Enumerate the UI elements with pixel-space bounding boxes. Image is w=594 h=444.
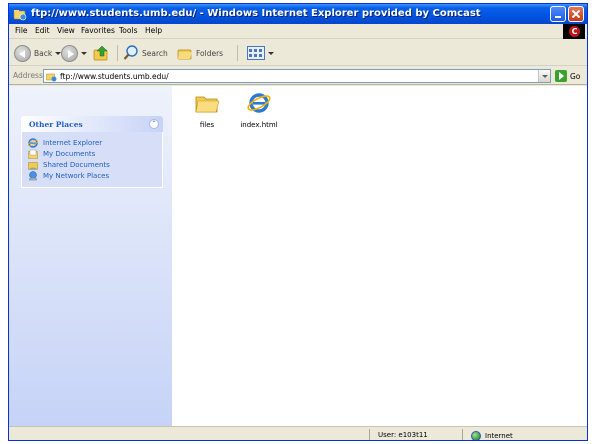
network-places-icon — [29, 170, 37, 180]
go-label: Go — [570, 71, 581, 81]
address-input[interactable]: ftp://www.students.umb.edu/ — [43, 69, 551, 83]
sidebar-item-my-network-places[interactable]: My Network Places — [28, 170, 156, 181]
ie-icon — [28, 137, 38, 148]
my-documents-icon — [28, 149, 38, 159]
status-user: User: e103t11 — [369, 429, 428, 440]
menu-favorites[interactable]: Favorites — [81, 26, 115, 35]
sidebar-item-shared-documents[interactable]: Shared Documents — [28, 159, 156, 170]
address-value: ftp://www.students.umb.edu/ — [60, 72, 169, 81]
forward-dropdown-icon[interactable] — [81, 51, 87, 55]
comcast-c-icon: C — [569, 26, 580, 37]
ie-window: ftp://www.students.umb.edu/ - Windows In… — [8, 3, 588, 441]
standard-toolbar: Back Search Folders — [9, 40, 587, 66]
window-title: ftp://www.students.umb.edu/ - Windows In… — [31, 8, 481, 19]
toolbar-separator — [117, 45, 118, 61]
title-bar[interactable]: ftp://www.students.umb.edu/ - Windows In… — [9, 4, 587, 24]
back-label: Back — [34, 48, 53, 58]
up-folder-icon — [93, 45, 108, 61]
collapse-chevron-icon[interactable]: ⌃ — [149, 119, 159, 129]
address-label: Address — [13, 71, 43, 80]
folders-label: Folders — [196, 48, 224, 58]
file-item-files-folder[interactable]: files — [182, 90, 232, 129]
search-button[interactable]: Search — [123, 43, 168, 63]
sidebar-item-label: My Documents — [43, 149, 96, 158]
status-bar: User: e103t11 Internet — [9, 426, 587, 440]
status-zone-label: Internet — [485, 431, 513, 440]
close-button[interactable] — [568, 6, 584, 22]
other-places-title: Other Places — [29, 120, 83, 129]
file-view: files index.html — [172, 86, 587, 426]
menu-file[interactable]: File — [15, 26, 28, 35]
menu-edit[interactable]: Edit — [35, 26, 50, 35]
ie-html-icon — [247, 93, 271, 113]
other-places-header[interactable]: Other Places ⌃ — [21, 116, 163, 132]
other-places-list: Internet Explorer My Documents Shared Do… — [21, 132, 163, 188]
ftp-folder-icon — [13, 10, 27, 21]
folder-icon — [195, 96, 220, 113]
task-pane: Other Places ⌃ Internet Explorer My Docu… — [9, 86, 172, 426]
folders-icon — [177, 49, 192, 60]
address-dropdown-icon[interactable] — [538, 70, 550, 82]
ftp-folder-icon — [46, 73, 57, 82]
sidebar-item-label: Internet Explorer — [43, 138, 103, 147]
up-folder-button[interactable] — [93, 43, 111, 63]
views-dropdown-icon[interactable] — [268, 51, 274, 55]
folders-button[interactable]: Folders — [177, 43, 223, 63]
sidebar-item-my-documents[interactable]: My Documents — [28, 148, 156, 159]
minimize-button[interactable] — [550, 6, 566, 22]
back-arrow-icon — [14, 44, 31, 62]
file-label: files — [199, 121, 215, 129]
go-button[interactable]: Go — [555, 69, 580, 83]
go-arrow-icon — [555, 70, 567, 82]
views-grid-icon — [247, 46, 265, 60]
menu-view[interactable]: View — [57, 26, 75, 35]
file-item-index-html[interactable]: index.html — [234, 90, 284, 129]
back-button[interactable]: Back — [14, 43, 62, 63]
sidebar-item-label: Shared Documents — [43, 160, 110, 169]
search-label: Search — [142, 48, 168, 58]
views-button[interactable] — [247, 43, 274, 63]
comcast-logo: C — [563, 24, 585, 39]
menu-help[interactable]: Help — [145, 26, 162, 35]
status-zone: Internet — [462, 429, 513, 440]
menu-bar: File Edit View Favorites Tools Help C — [9, 24, 587, 39]
toolbar-separator — [237, 45, 238, 61]
explorer-content: Other Places ⌃ Internet Explorer My Docu… — [9, 86, 587, 426]
search-icon — [123, 45, 138, 60]
internet-globe-icon — [471, 430, 481, 440]
file-label: index.html — [240, 121, 278, 129]
forward-button[interactable] — [61, 43, 87, 63]
shared-documents-icon — [28, 161, 38, 170]
sidebar-item-label: My Network Places — [43, 171, 110, 180]
sidebar-item-internet-explorer[interactable]: Internet Explorer — [28, 137, 156, 148]
forward-arrow-icon — [61, 44, 78, 62]
address-bar: Address ftp://www.students.umb.edu/ Go — [9, 67, 587, 85]
other-places-panel: Other Places ⌃ Internet Explorer My Docu… — [21, 116, 163, 188]
menu-tools[interactable]: Tools — [119, 26, 137, 35]
